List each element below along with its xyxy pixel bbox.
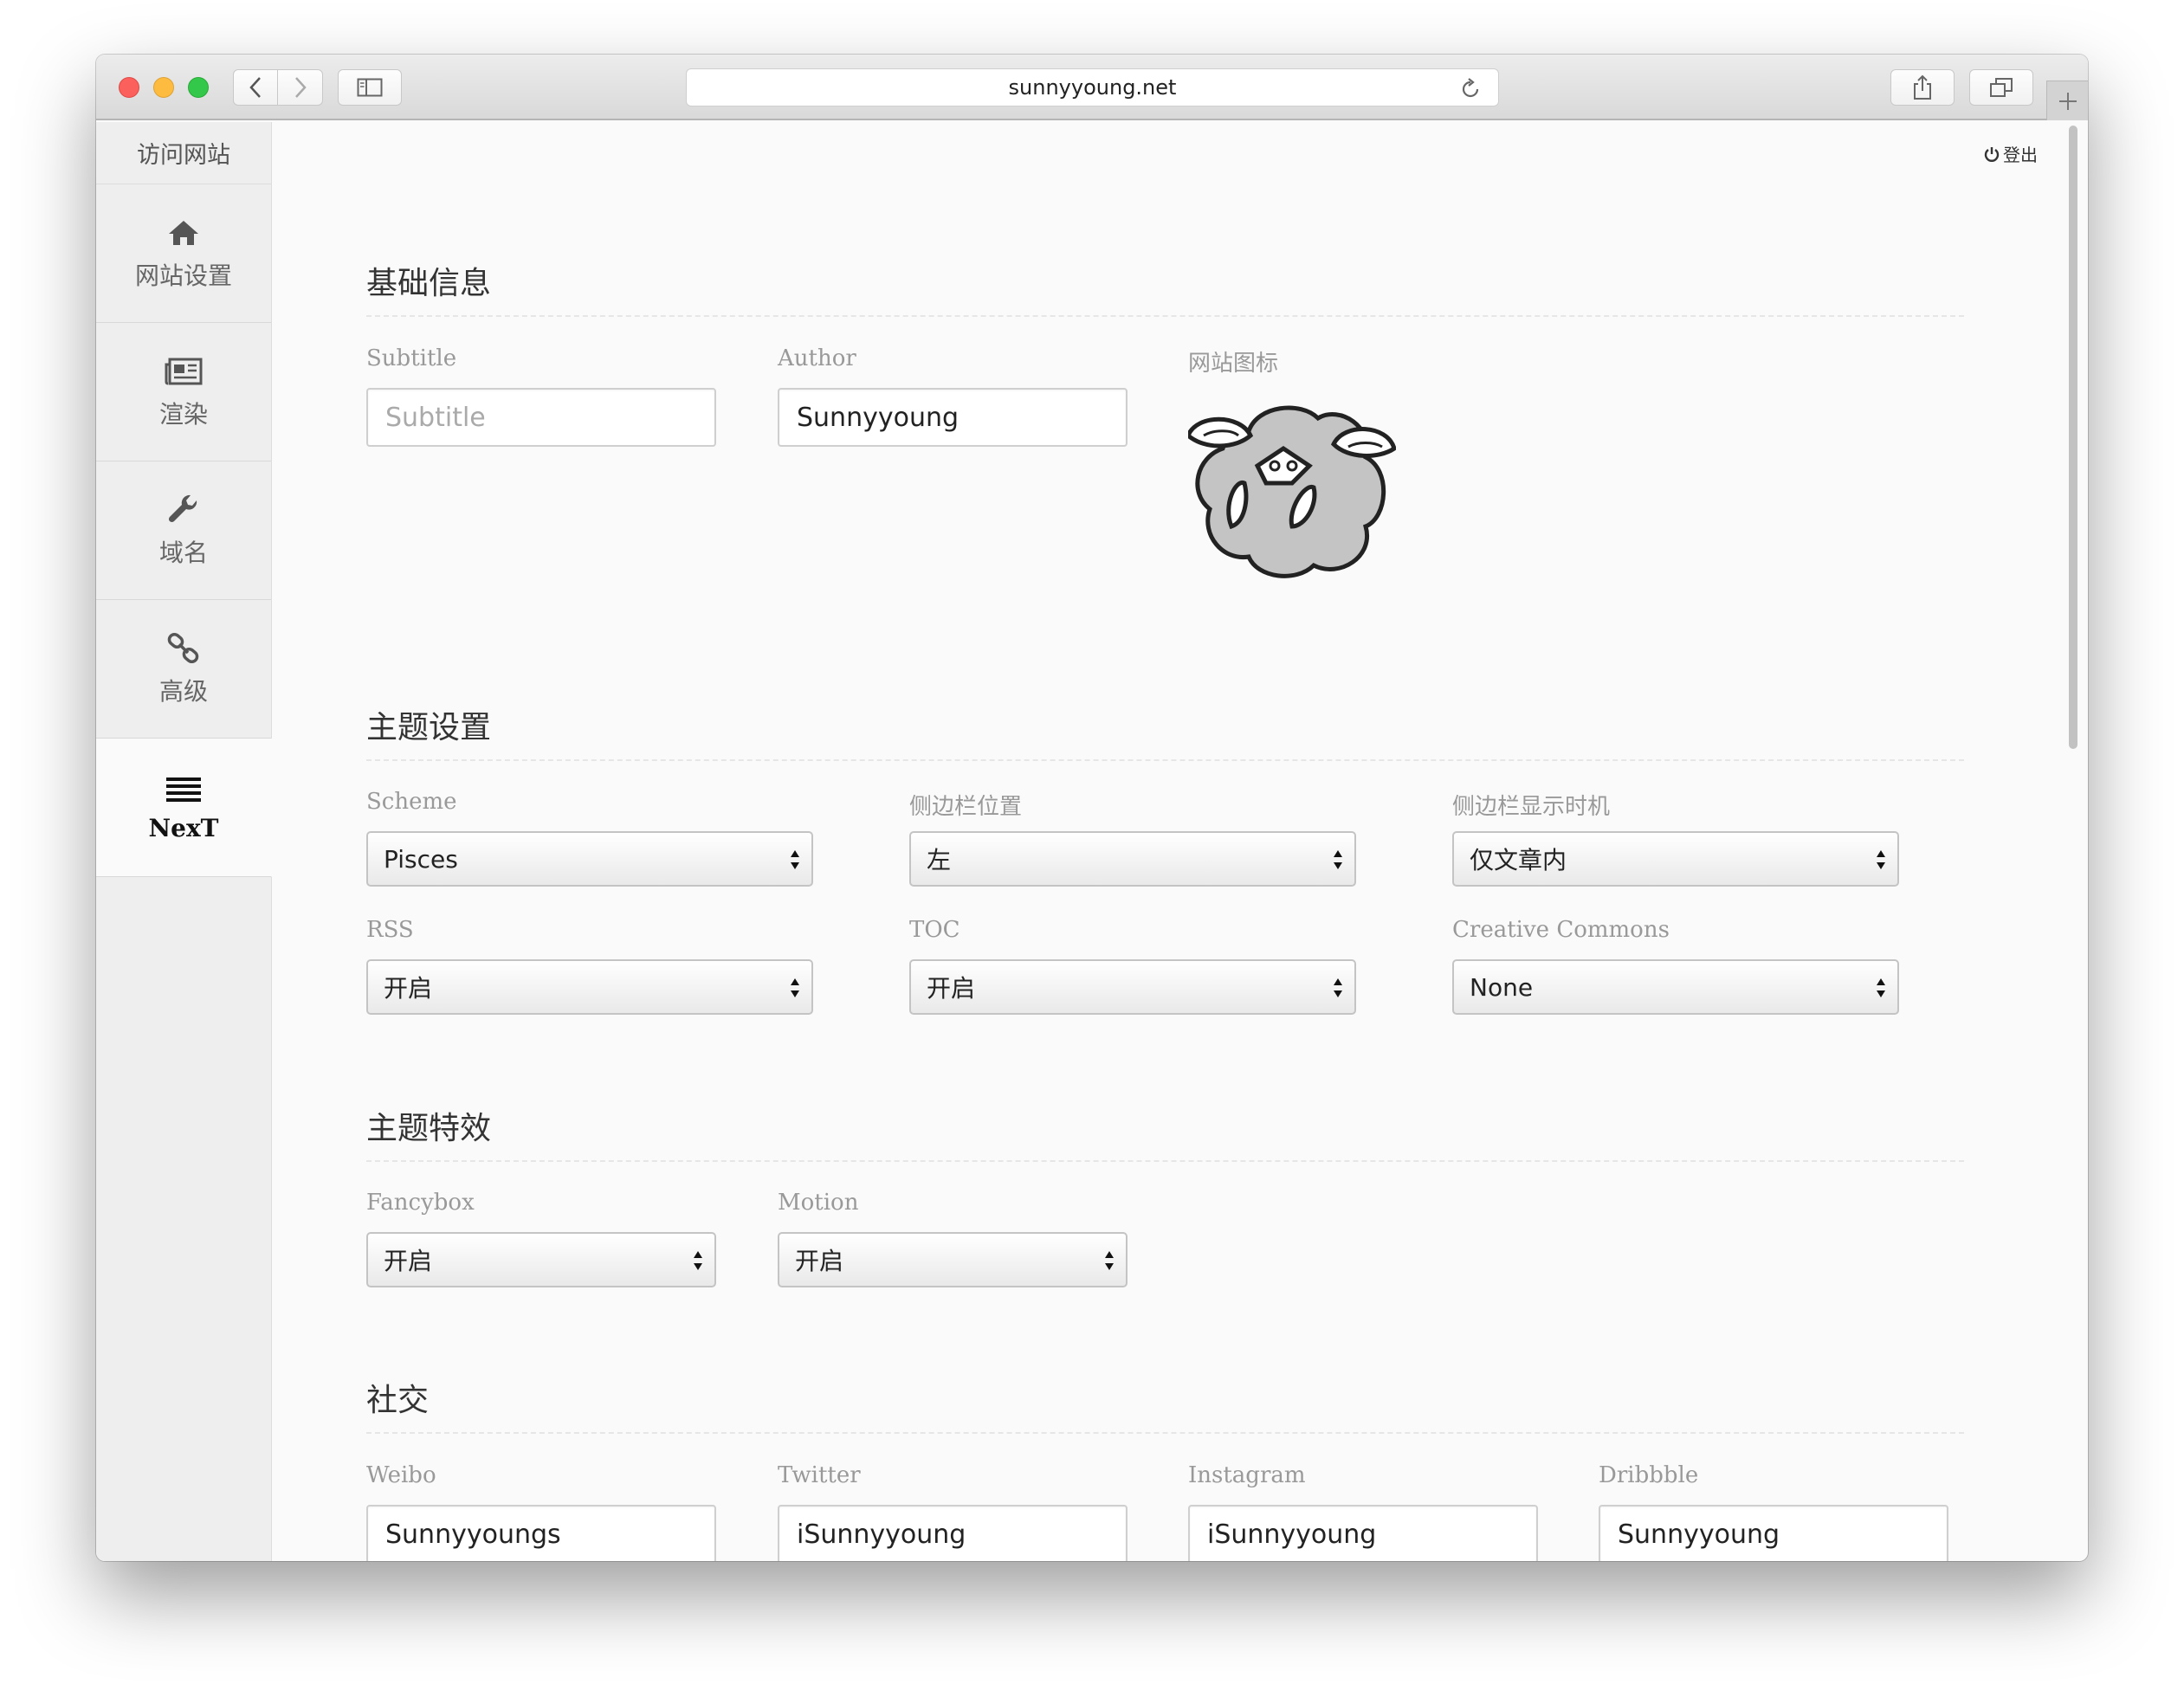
rss-select[interactable]: 开启 (366, 959, 813, 1015)
select-arrows-icon (1877, 978, 1885, 997)
instagram-input[interactable] (1188, 1505, 1538, 1561)
author-input[interactable] (778, 388, 1128, 447)
link-icon (167, 632, 199, 663)
fancybox-label: Fancybox (366, 1190, 475, 1216)
section-title-basic: 基础信息 (366, 258, 1964, 317)
sidebar: 访问网站 网站设置 渲染 域名 高级 NexT (96, 122, 272, 1561)
twitter-label: Twitter (778, 1462, 861, 1488)
instagram-label: Instagram (1188, 1462, 1306, 1488)
site-icon-image[interactable] (1186, 397, 1397, 583)
zoom-window-button[interactable] (188, 77, 209, 98)
tabs-icon (1990, 78, 2013, 97)
select-arrows-icon (1334, 978, 1342, 997)
sidebar-item-site-settings[interactable]: 网站设置 (96, 184, 271, 323)
logout-label: 登出 (2003, 145, 2038, 165)
weibo-label: Weibo (366, 1462, 436, 1488)
sidebar-position-label: 侧边栏位置 (909, 794, 1023, 820)
close-window-button[interactable] (119, 77, 139, 98)
new-tab-button[interactable] (2046, 81, 2088, 120)
power-icon (1984, 146, 2000, 162)
minimize-window-button[interactable] (153, 77, 174, 98)
select-arrows-icon (1105, 1251, 1114, 1270)
motion-label: Motion (778, 1190, 859, 1216)
sidebar-item-label: NexT (148, 814, 219, 842)
main-content: 登出 基础信息 Subtitle Author 网站图标 主题设置 (273, 122, 2064, 1561)
vertical-scrollbar[interactable] (2067, 126, 2079, 1554)
subtitle-input[interactable] (366, 388, 716, 447)
sidebar-display-select[interactable]: 仅文章内 (1452, 831, 1899, 887)
sidebar-item-label: 渲染 (158, 399, 208, 429)
toc-value: 开启 (927, 974, 976, 1003)
back-button[interactable] (233, 69, 278, 106)
scheme-value: Pisces (384, 844, 458, 874)
sidebar-item-label: 域名 (158, 538, 208, 567)
subtitle-label: Subtitle (366, 345, 457, 371)
section-title-theme: 主题设置 (366, 702, 1964, 761)
sidebar-item-advanced[interactable]: 高级 (96, 600, 271, 739)
sidebar-item-next[interactable]: NexT (96, 739, 272, 877)
address-bar[interactable]: sunnyyoung.net (686, 68, 1499, 106)
select-arrows-icon (694, 1251, 702, 1270)
share-button[interactable] (1890, 69, 1955, 106)
fancybox-value: 开启 (384, 1247, 433, 1275)
share-icon (1914, 74, 1931, 100)
newspaper-icon (165, 358, 203, 384)
motion-select[interactable]: 开启 (778, 1232, 1128, 1287)
scheme-label: Scheme (366, 789, 457, 815)
author-label: Author (778, 345, 856, 371)
show-tabs-button[interactable] (1969, 69, 2033, 106)
rss-value: 开启 (384, 974, 433, 1003)
sidebar-display-label: 侧边栏显示时机 (1452, 794, 1611, 820)
weibo-input[interactable] (366, 1505, 716, 1561)
title-bar: sunnyyoung.net (96, 55, 2088, 120)
motion-value: 开启 (795, 1247, 844, 1275)
creative-commons-label: Creative Commons (1452, 917, 1670, 943)
creative-commons-select[interactable]: None (1452, 959, 1899, 1015)
show-sidebar-button[interactable] (338, 69, 402, 106)
select-arrows-icon (791, 850, 799, 869)
fancybox-select[interactable]: 开启 (366, 1232, 716, 1287)
reload-icon[interactable] (1460, 77, 1481, 100)
section-title-effects: 主题特效 (366, 1103, 1964, 1162)
select-arrows-icon (791, 978, 799, 997)
sidebar-item-rendering[interactable]: 渲染 (96, 323, 271, 461)
toc-select[interactable]: 开启 (909, 959, 1356, 1015)
visit-site-link[interactable]: 访问网站 (96, 122, 271, 184)
rss-label: RSS (366, 917, 414, 943)
select-arrows-icon (1334, 850, 1342, 869)
forward-button[interactable] (278, 69, 323, 106)
sidebar-icon (357, 78, 383, 97)
sheep-logo-icon (1186, 405, 1397, 578)
home-icon (169, 220, 198, 245)
toc-label: TOC (909, 917, 960, 943)
plus-icon (2058, 92, 2077, 110)
sidebar-display-value: 仅文章内 (1470, 846, 1567, 874)
sidebar-item-label: 高级 (158, 676, 208, 706)
select-arrows-icon (1877, 850, 1885, 869)
chevron-right-icon (294, 77, 307, 98)
twitter-input[interactable] (778, 1505, 1128, 1561)
sidebar-item-label: 网站设置 (134, 261, 232, 290)
sidebar-position-select[interactable]: 左 (909, 831, 1356, 887)
scrollbar-thumb[interactable] (2069, 126, 2077, 749)
site-icon-label: 网站图标 (1188, 351, 1279, 377)
logout-button[interactable]: 登出 (1984, 141, 2038, 166)
section-title-social: 社交 (366, 1375, 1964, 1434)
creative-commons-value: None (1470, 972, 1534, 1002)
dribbble-input[interactable] (1599, 1505, 1948, 1561)
sidebar-position-value: 左 (927, 846, 952, 874)
url-text: sunnyyoung.net (1008, 75, 1177, 100)
sidebar-item-domain[interactable]: 域名 (96, 461, 271, 600)
wrench-icon (168, 494, 197, 522)
scheme-select[interactable]: Pisces (366, 831, 813, 887)
menu-icon (166, 778, 201, 802)
dribbble-label: Dribbble (1599, 1462, 1699, 1488)
chevron-left-icon (249, 77, 261, 98)
browser-window: sunnyyoung.net 访问网站 网站设置 渲染 域名 高级 NexT 登… (96, 55, 2088, 1561)
